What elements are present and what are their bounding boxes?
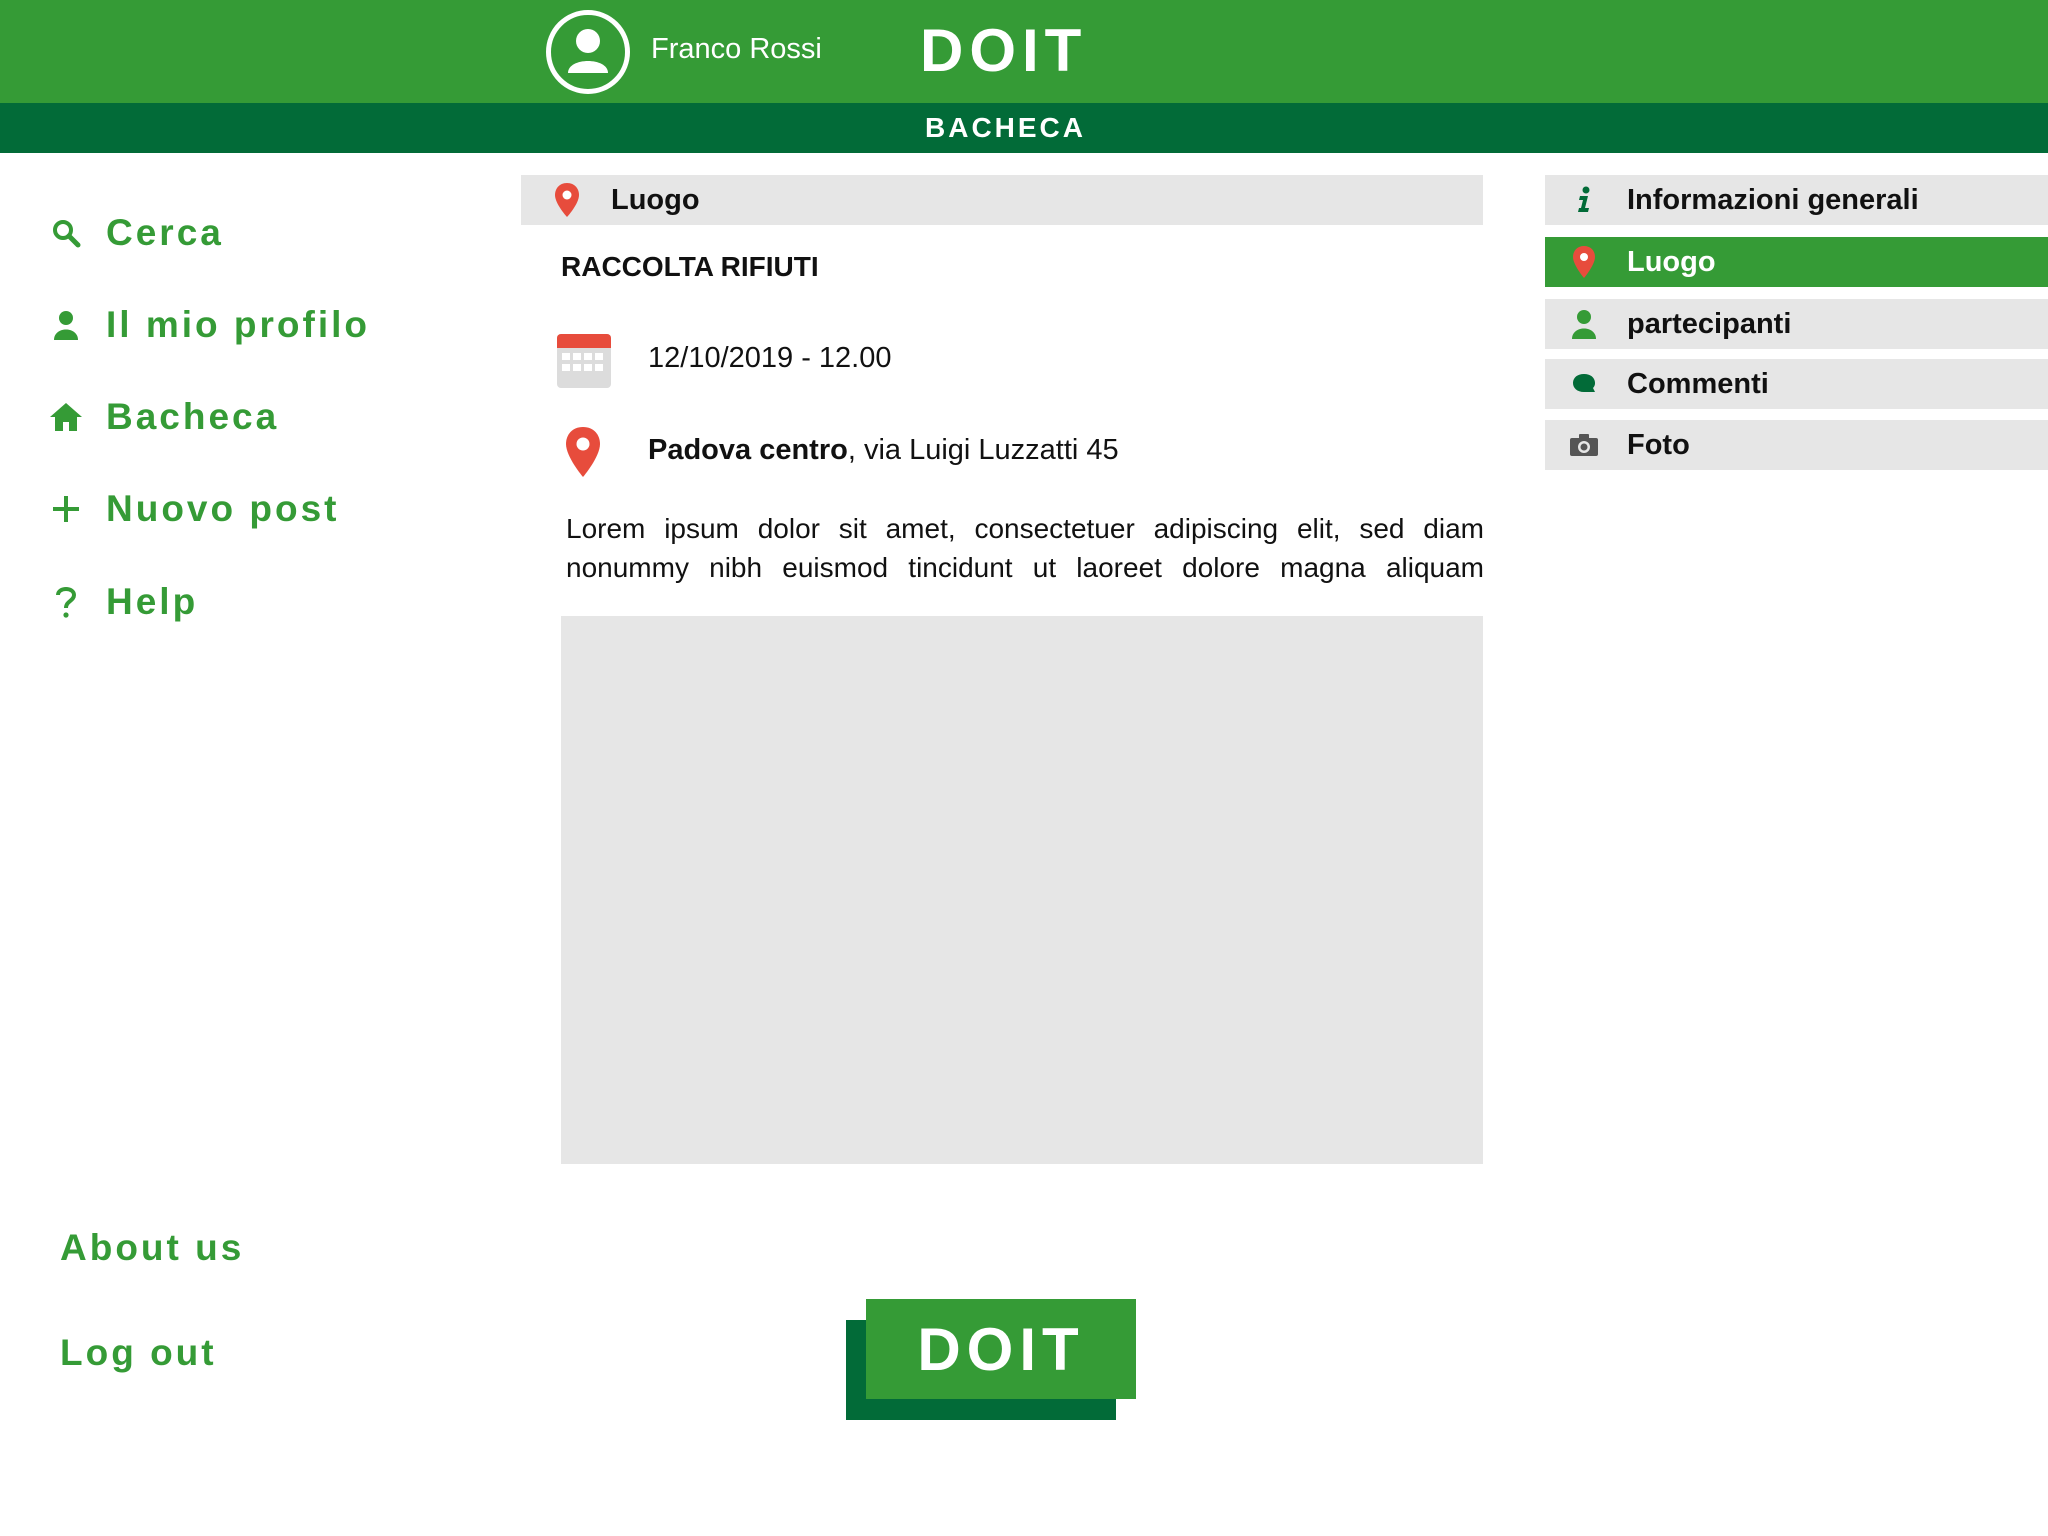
nav-item-help[interactable]: Help [46, 574, 198, 630]
location-pin-icon [1567, 245, 1601, 279]
event-date: 12/10/2019 - 12.00 [648, 342, 892, 374]
home-icon [46, 397, 86, 437]
tab-label: partecipanti [1627, 307, 1792, 340]
user-icon [1567, 307, 1601, 341]
comment-icon [1567, 367, 1601, 401]
section-header-label: Luogo [611, 183, 700, 216]
nav-label: Help [106, 581, 199, 622]
nav-label: Cerca [106, 212, 224, 253]
help-icon [46, 582, 86, 622]
map-placeholder[interactable] [561, 616, 1483, 1164]
nav-item-bacheca[interactable]: Bacheca [46, 389, 279, 445]
nav-label: Bacheca [106, 396, 280, 437]
user-avatar-icon[interactable] [546, 10, 630, 94]
location-pin-icon [553, 182, 581, 218]
nav-item-profilo[interactable]: Il mio profilo [46, 297, 370, 353]
tab-label: Informazioni generali [1627, 183, 1919, 216]
page-title: BACHECA [925, 112, 1086, 143]
user-icon [46, 305, 86, 345]
camera-icon [1567, 428, 1601, 462]
nav-item-cerca[interactable]: Cerca [46, 205, 224, 261]
tab-foto[interactable]: Foto [1545, 420, 2048, 470]
tab-label: Luogo [1627, 245, 1716, 278]
tab-luogo[interactable]: Luogo [1545, 237, 2048, 287]
tab-commenti[interactable]: Commenti [1545, 359, 2048, 409]
plus-icon [46, 489, 86, 529]
log-out-link[interactable]: Log out [60, 1332, 217, 1374]
event-location: Padova centro, via Luigi Luzzatti 45 [648, 434, 1119, 467]
nav-label: Il mio profilo [106, 304, 370, 345]
tab-label: Commenti [1627, 367, 1769, 400]
user-name[interactable]: Franco Rossi [651, 33, 822, 66]
event-title: RACCOLTA RIFIUTI [561, 251, 819, 282]
info-icon [1567, 183, 1601, 217]
app-logo: DOIT [920, 17, 1088, 84]
tab-informazioni-generali[interactable]: Informazioni generali [1545, 175, 2048, 225]
about-us-link[interactable]: About us [60, 1227, 244, 1269]
location-address: , via Luigi Luzzatti 45 [847, 434, 1119, 466]
nav-label: Nuovo post [106, 488, 340, 529]
location-pin-icon [563, 426, 603, 478]
calendar-icon [556, 333, 612, 389]
search-icon [46, 213, 86, 253]
nav-item-nuovo-post[interactable]: Nuovo post [46, 481, 339, 537]
section-header: Luogo [521, 175, 1483, 225]
tab-partecipanti[interactable]: partecipanti [1545, 299, 2048, 349]
event-description: Lorem ipsum dolor sit amet, consectetuer… [566, 513, 1484, 583]
footer-logo-text: DOIT [917, 1315, 1085, 1383]
tab-label: Foto [1627, 428, 1690, 461]
location-city: Padova centro [648, 434, 848, 466]
footer-logo: DOIT [866, 1299, 1136, 1399]
